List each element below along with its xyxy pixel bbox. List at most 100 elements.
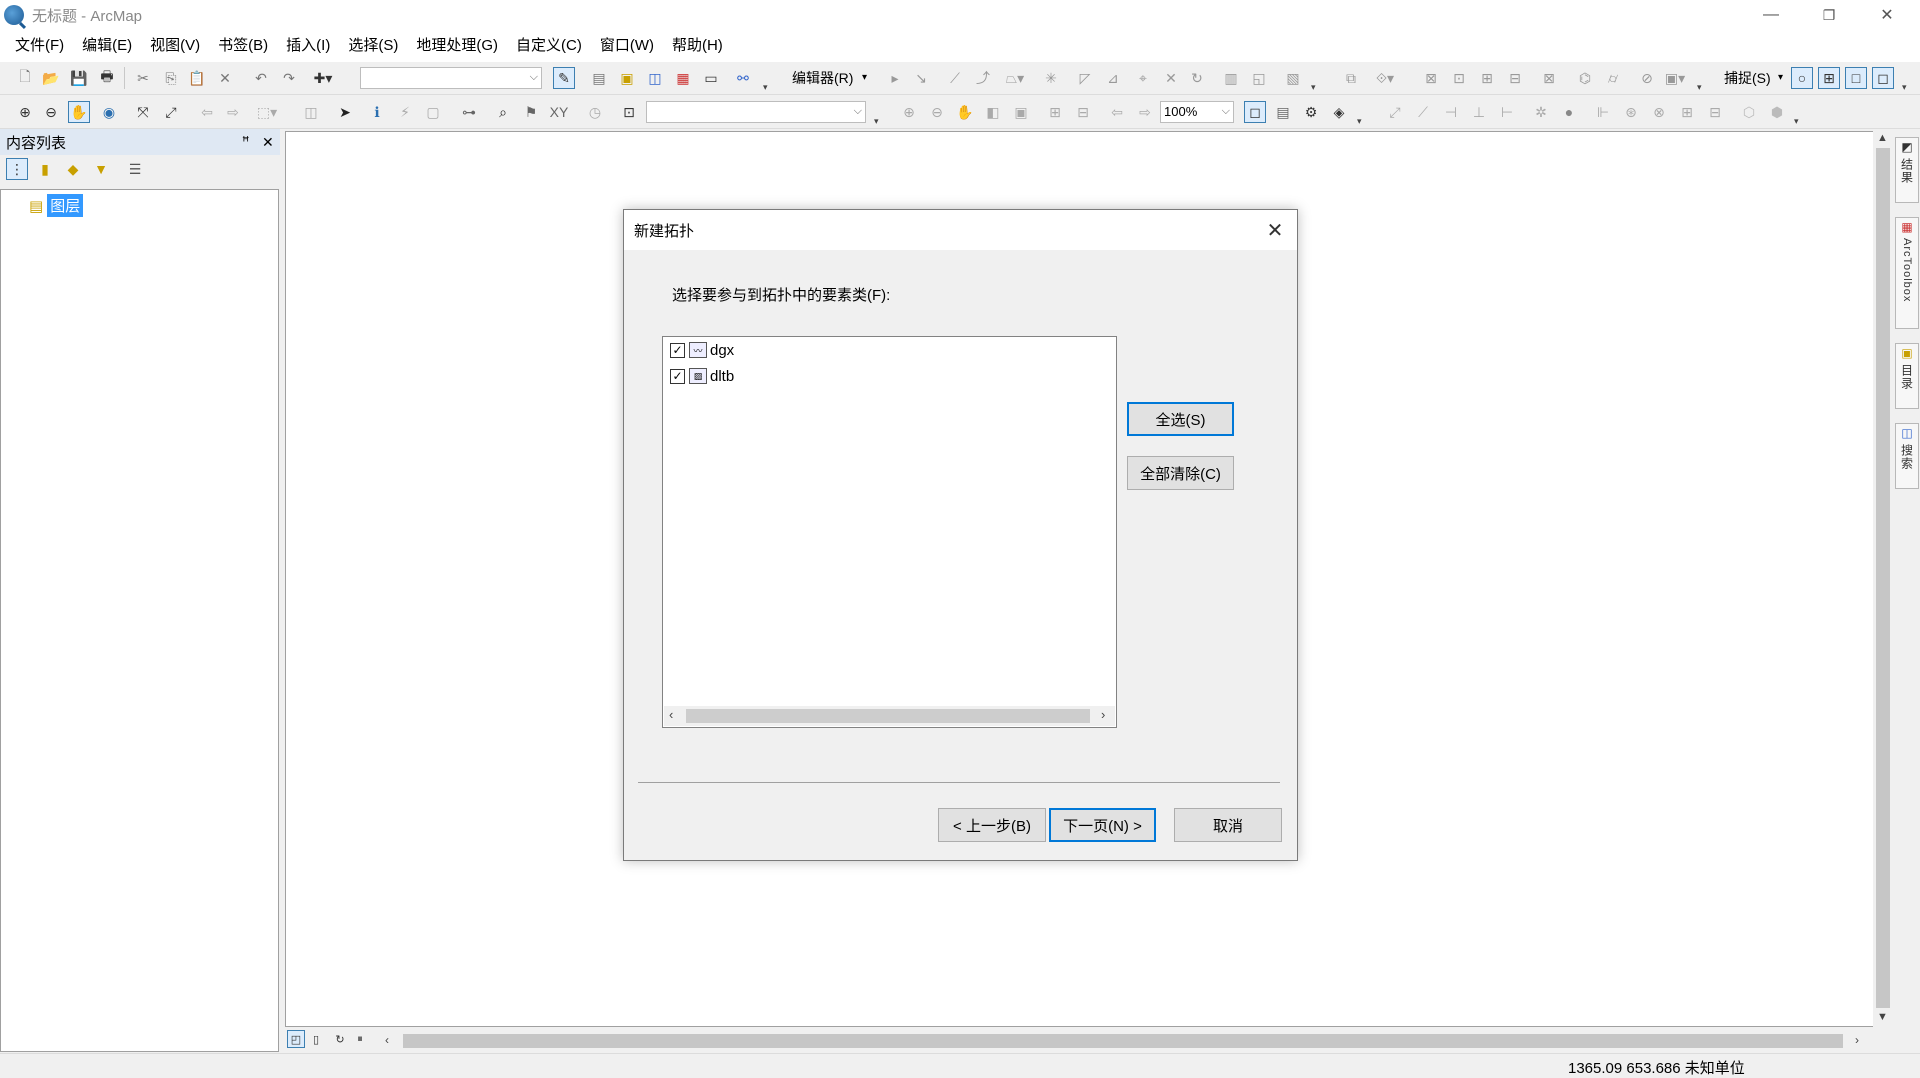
point-snap-icon[interactable]: ○ — [1791, 67, 1813, 89]
editor-menu[interactable]: 编辑器(R) — [792, 67, 853, 89]
scroll-left-icon[interactable]: ‹ — [385, 1033, 389, 1047]
list-scroll-thumb[interactable] — [686, 709, 1090, 723]
vertical-scroll-thumb[interactable] — [1876, 148, 1890, 1008]
topology-edit-icon[interactable]: ⟐▾ — [1374, 67, 1396, 89]
tool-b-icon[interactable]: ⊛ — [1620, 101, 1642, 123]
back-button[interactable]: < 上一步(B) — [938, 808, 1046, 842]
dialog-close-icon[interactable]: ✕ — [1261, 216, 1289, 244]
align-edge-icon[interactable]: ⊠ — [1538, 67, 1560, 89]
point-icon[interactable]: ✳ — [1040, 67, 1062, 89]
hyperlink-icon[interactable]: ⚡ — [394, 101, 416, 123]
menu-bookmarks[interactable]: 书签(B) — [209, 30, 277, 62]
search-window-icon[interactable]: ◫ — [644, 67, 666, 89]
edit-annotation-icon[interactable]: ↘ — [910, 67, 932, 89]
print-icon[interactable]: 🖶 — [96, 67, 118, 89]
reshape-icon[interactable]: ⊿ — [1102, 67, 1124, 89]
fix-topology-icon[interactable]: ⊡ — [1448, 67, 1470, 89]
zoom-100-icon[interactable]: ▣ — [1010, 101, 1032, 123]
rotate-icon[interactable]: ↻ — [1186, 67, 1208, 89]
modelbuilder-icon[interactable]: ⚯ — [732, 67, 754, 89]
topology-icon[interactable]: ⧉ — [1340, 67, 1362, 89]
cogo2-icon[interactable]: ⊥ — [1468, 101, 1490, 123]
results-tab[interactable]: ◩ 结果 — [1895, 137, 1919, 203]
fixed-zoom-out-icon[interactable]: ⤢ — [160, 101, 182, 123]
menu-help[interactable]: 帮助(H) — [663, 30, 732, 62]
focus-data-frame-icon[interactable]: ▤ — [1272, 101, 1294, 123]
checkbox-dltb[interactable]: ✓ — [670, 368, 685, 384]
go-to-xy-icon[interactable]: XY — [548, 101, 570, 123]
change-layout-icon[interactable]: ⚙ — [1300, 101, 1322, 123]
trace-icon[interactable]: ⏢▾ — [1004, 67, 1026, 89]
menu-file[interactable]: 文件(F) — [6, 30, 73, 62]
toolbar-grip-icon[interactable]: ▾ — [1357, 116, 1363, 126]
menu-geoprocessing[interactable]: 地理处理(G) — [407, 30, 507, 62]
straight-segment-icon[interactable]: ⟋ — [944, 67, 966, 89]
list-by-drawing-order-icon[interactable]: ⋮ — [6, 158, 28, 180]
zoom-whole-page-icon[interactable]: ◧ — [982, 101, 1004, 123]
horizontal-scroll-thumb[interactable] — [403, 1034, 1843, 1048]
delete-icon[interactable]: ✕ — [214, 67, 236, 89]
toggle-draft-icon[interactable]: ◻ — [1244, 101, 1266, 123]
globe-service-icon[interactable]: ● — [1558, 101, 1580, 123]
restore-button[interactable]: ❐ — [1800, 0, 1858, 30]
layer-combo[interactable]: ⌵ — [646, 101, 866, 123]
advanced-edit-icon[interactable]: ▣▾ — [1664, 67, 1686, 89]
scroll-left-icon[interactable]: ‹ — [669, 707, 673, 722]
edit-tool-icon[interactable]: ▸ — [884, 67, 906, 89]
list-by-source-icon[interactable]: ▮ — [34, 158, 56, 180]
select-features-icon[interactable]: ⬚▾ — [256, 101, 278, 123]
tool-g-icon[interactable]: ⬢ — [1766, 101, 1788, 123]
cut-polygons-icon[interactable]: ⌖ — [1132, 67, 1154, 89]
checkbox-dgx[interactable]: ✓ — [670, 342, 685, 358]
next-button[interactable]: 下一页(N) > — [1049, 808, 1156, 842]
georef-icon[interactable]: ⤢ — [1384, 101, 1406, 123]
attributes-icon[interactable]: ▥ — [1220, 67, 1242, 89]
scroll-right-icon[interactable]: › — [1101, 707, 1105, 722]
data-driven-pages-icon[interactable]: ◈ — [1328, 101, 1350, 123]
menu-selection[interactable]: 选择(S) — [339, 30, 407, 62]
list-horizontal-scrollbar[interactable]: ‹ › — [664, 706, 1115, 726]
smooth-icon[interactable]: ⌭ — [1602, 67, 1624, 89]
spatial-adjust-icon[interactable]: ⟋ — [1412, 101, 1434, 123]
layout-view-icon[interactable]: ▯ — [307, 1030, 325, 1048]
cogo-icon[interactable]: ⊣ — [1440, 101, 1462, 123]
vertex-snap-icon[interactable]: □ — [1845, 67, 1867, 89]
fixed-zoom-in-layout-icon[interactable]: ⊞ — [1044, 101, 1066, 123]
toolbar-grip-icon[interactable]: ▾ — [1697, 82, 1703, 92]
close-window-button[interactable]: ✕ — [1858, 0, 1916, 30]
forward-extent-icon[interactable]: ⇨ — [222, 101, 244, 123]
list-by-visibility-icon[interactable]: ◆ — [62, 158, 84, 180]
layout-zoom-in-icon[interactable]: ⊕ — [898, 101, 920, 123]
zoom-in-icon[interactable]: ⊕ — [14, 101, 36, 123]
new-document-icon[interactable]: 🗋 — [14, 67, 36, 89]
scroll-down-icon[interactable]: ▼ — [1877, 1011, 1888, 1023]
go-back-extent-icon[interactable]: ⇦ — [1106, 101, 1128, 123]
data-view-icon[interactable]: ◰ — [287, 1030, 305, 1048]
toolbar-grip-icon[interactable]: ▾ — [1311, 82, 1317, 92]
refresh-icon[interactable]: ↻ — [331, 1030, 349, 1048]
select-all-button[interactable]: 全选(S) — [1127, 402, 1234, 436]
fixed-zoom-in-icon[interactable]: ⤧ — [132, 101, 154, 123]
python-window-icon[interactable]: ▭ — [700, 67, 722, 89]
clear-all-button[interactable]: 全部清除(C) — [1127, 456, 1234, 490]
layout-zoom-out-icon[interactable]: ⊖ — [926, 101, 948, 123]
zoom-out-icon[interactable]: ⊖ — [40, 101, 62, 123]
undo-icon[interactable]: ↶ — [250, 67, 272, 89]
tool-f-icon[interactable]: ⬡ — [1738, 101, 1760, 123]
layer-tree-root[interactable]: ▤ 图层 — [29, 194, 84, 217]
zoom-percent-combo[interactable]: 100% ⌵ — [1160, 101, 1234, 123]
menu-view[interactable]: 视图(V) — [141, 30, 209, 62]
split-icon[interactable]: ✕ — [1160, 67, 1182, 89]
fixed-zoom-out-layout-icon[interactable]: ⊟ — [1072, 101, 1094, 123]
arctoolbox-tab[interactable]: ▦ ArcToolbox — [1895, 217, 1919, 329]
sketch-properties-icon[interactable]: ◱ — [1248, 67, 1270, 89]
menu-insert[interactable]: 插入(I) — [277, 30, 339, 62]
arctoolbox-icon[interactable]: ▦ — [672, 67, 694, 89]
full-extent-icon[interactable]: ◉ — [98, 101, 120, 123]
menu-edit[interactable]: 编辑(E) — [73, 30, 141, 62]
snapping-menu[interactable]: 捕捉(S) — [1724, 67, 1771, 89]
cut-icon[interactable]: ✂ — [132, 67, 154, 89]
pan-icon[interactable]: ✋ — [68, 101, 90, 123]
snapping-dropdown-icon[interactable]: ▾ — [1778, 67, 1783, 89]
catalog-window-icon[interactable]: ▣ — [616, 67, 638, 89]
